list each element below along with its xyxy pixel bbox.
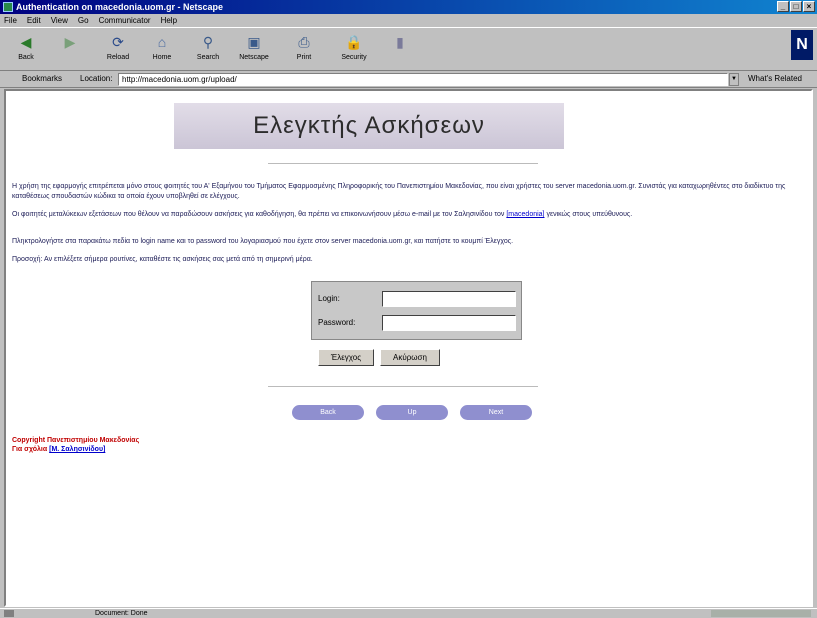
- close-button[interactable]: ×: [803, 1, 815, 12]
- page-banner: Ελεγκτής Ασκήσεων: [174, 103, 564, 149]
- page-viewport: Ελεγκτής Ασκήσεων Η χρήση της εφαρμογής …: [4, 89, 813, 607]
- navigation-toolbar: ◀ Back ▶ ⟳ Reload ⌂ Home ⚲ Search ▣ Nets…: [0, 27, 817, 71]
- search-button[interactable]: ⚲ Search: [186, 32, 230, 68]
- login-instructions: Πληκτρολογήστε στα παρακάτω πεδία το log…: [12, 238, 514, 245]
- netscape-button[interactable]: ▣ Netscape: [232, 32, 276, 68]
- search-icon: ⚲: [202, 34, 214, 50]
- stop-icon: ▮: [396, 34, 404, 50]
- home-icon: ⌂: [157, 34, 167, 50]
- password-input[interactable]: [382, 315, 516, 331]
- instructions-tail: γενικώς στους υπεύθυνους.: [546, 211, 633, 218]
- menu-communicator[interactable]: Communicator: [99, 14, 151, 27]
- back-arrow-icon: ◀: [20, 34, 32, 50]
- maximize-button[interactable]: □: [790, 1, 802, 12]
- security-lock-icon: 🔒: [345, 34, 363, 50]
- menu-help[interactable]: Help: [161, 14, 177, 27]
- home-button[interactable]: ⌂ Home: [140, 32, 184, 68]
- connection-icon: [4, 610, 14, 617]
- back-button[interactable]: ◀ Back: [4, 32, 48, 68]
- nav-next-button[interactable]: Next: [460, 405, 532, 420]
- reload-button[interactable]: ⟳ Reload: [96, 32, 140, 68]
- location-bar: Bookmarks Location: http://macedonia.uom…: [0, 71, 817, 88]
- bookmarks-button[interactable]: Bookmarks: [22, 74, 62, 83]
- reset-button[interactable]: Ακύρωση: [380, 349, 440, 366]
- contact-email-link[interactable]: [macedonia]: [506, 211, 544, 218]
- security-button[interactable]: 🔒 Security: [332, 32, 376, 68]
- netscape-throbber-logo[interactable]: N: [791, 30, 813, 60]
- menu-view[interactable]: View: [51, 14, 68, 27]
- menu-go[interactable]: Go: [78, 14, 89, 27]
- page-title: Ελεγκτής Ασκήσεων: [253, 112, 485, 139]
- window-controls: _ □ ×: [777, 1, 815, 12]
- location-label: Location:: [80, 74, 113, 83]
- print-icon: ⎙: [298, 34, 310, 50]
- forward-button[interactable]: ▶: [48, 32, 92, 68]
- nav-up-button[interactable]: Up: [376, 405, 448, 420]
- instructions-text: Οι φοιτητές μεταλύκειων εξετάσεων που θέ…: [12, 211, 505, 218]
- warning-text: Προσοχή: Αν επιλέξετε σήμερα ρουτίνες, κ…: [12, 256, 313, 263]
- menu-edit[interactable]: Edit: [27, 14, 41, 27]
- page-footer: Copyright Πανεπιστημίου Μακεδονίας Για σ…: [12, 436, 139, 454]
- divider-top: [268, 163, 538, 164]
- status-text: Document: Done: [95, 610, 148, 617]
- status-indicators: [711, 610, 811, 617]
- window-title: Authentication on macedonia.uom.gr - Net…: [16, 2, 224, 12]
- reload-icon: ⟳: [112, 34, 124, 50]
- copyright-text: Copyright Πανεπιστημίου Μακεδονίας: [12, 437, 140, 444]
- netscape-icon: ▣: [247, 34, 261, 50]
- menu-file[interactable]: File: [4, 14, 17, 27]
- status-bar: Document: Done: [0, 608, 817, 618]
- login-input[interactable]: [382, 291, 516, 307]
- feedback-link[interactable]: [Μ. Σαλησινίδου]: [49, 446, 105, 453]
- feedback-prefix: Για σχόλια: [12, 446, 48, 453]
- whats-related-button[interactable]: What's Related: [748, 74, 802, 83]
- url-dropdown-icon[interactable]: ▼: [729, 73, 739, 86]
- forward-arrow-icon: ▶: [64, 34, 76, 50]
- minimize-button[interactable]: _: [777, 1, 789, 12]
- login-label: Login:: [318, 294, 340, 303]
- stop-button[interactable]: ▮: [378, 32, 422, 68]
- submit-button[interactable]: Έλεγχος: [318, 349, 374, 366]
- menu-bar: File Edit View Go Communicator Help: [0, 14, 817, 27]
- netscape-app-icon: [3, 2, 13, 12]
- password-label: Password:: [318, 318, 356, 327]
- window-titlebar: Authentication on macedonia.uom.gr - Net…: [0, 0, 817, 14]
- url-field[interactable]: http://macedonia.uom.gr/upload/: [118, 73, 728, 86]
- instructions-paragraph: Οι φοιτητές μεταλύκειων εξετάσεων που θέ…: [12, 210, 807, 220]
- divider-bottom: [268, 386, 538, 387]
- intro-paragraph: Η χρήση της εφαρμογής επιτρέπεται μόνο σ…: [12, 183, 786, 200]
- feedback-line: Για σχόλια [Μ. Σαλησινίδου]: [12, 445, 139, 454]
- nav-back-button[interactable]: Back: [292, 405, 364, 420]
- print-button[interactable]: ⎙ Print: [282, 32, 326, 68]
- login-form: Login: Password:: [311, 281, 522, 340]
